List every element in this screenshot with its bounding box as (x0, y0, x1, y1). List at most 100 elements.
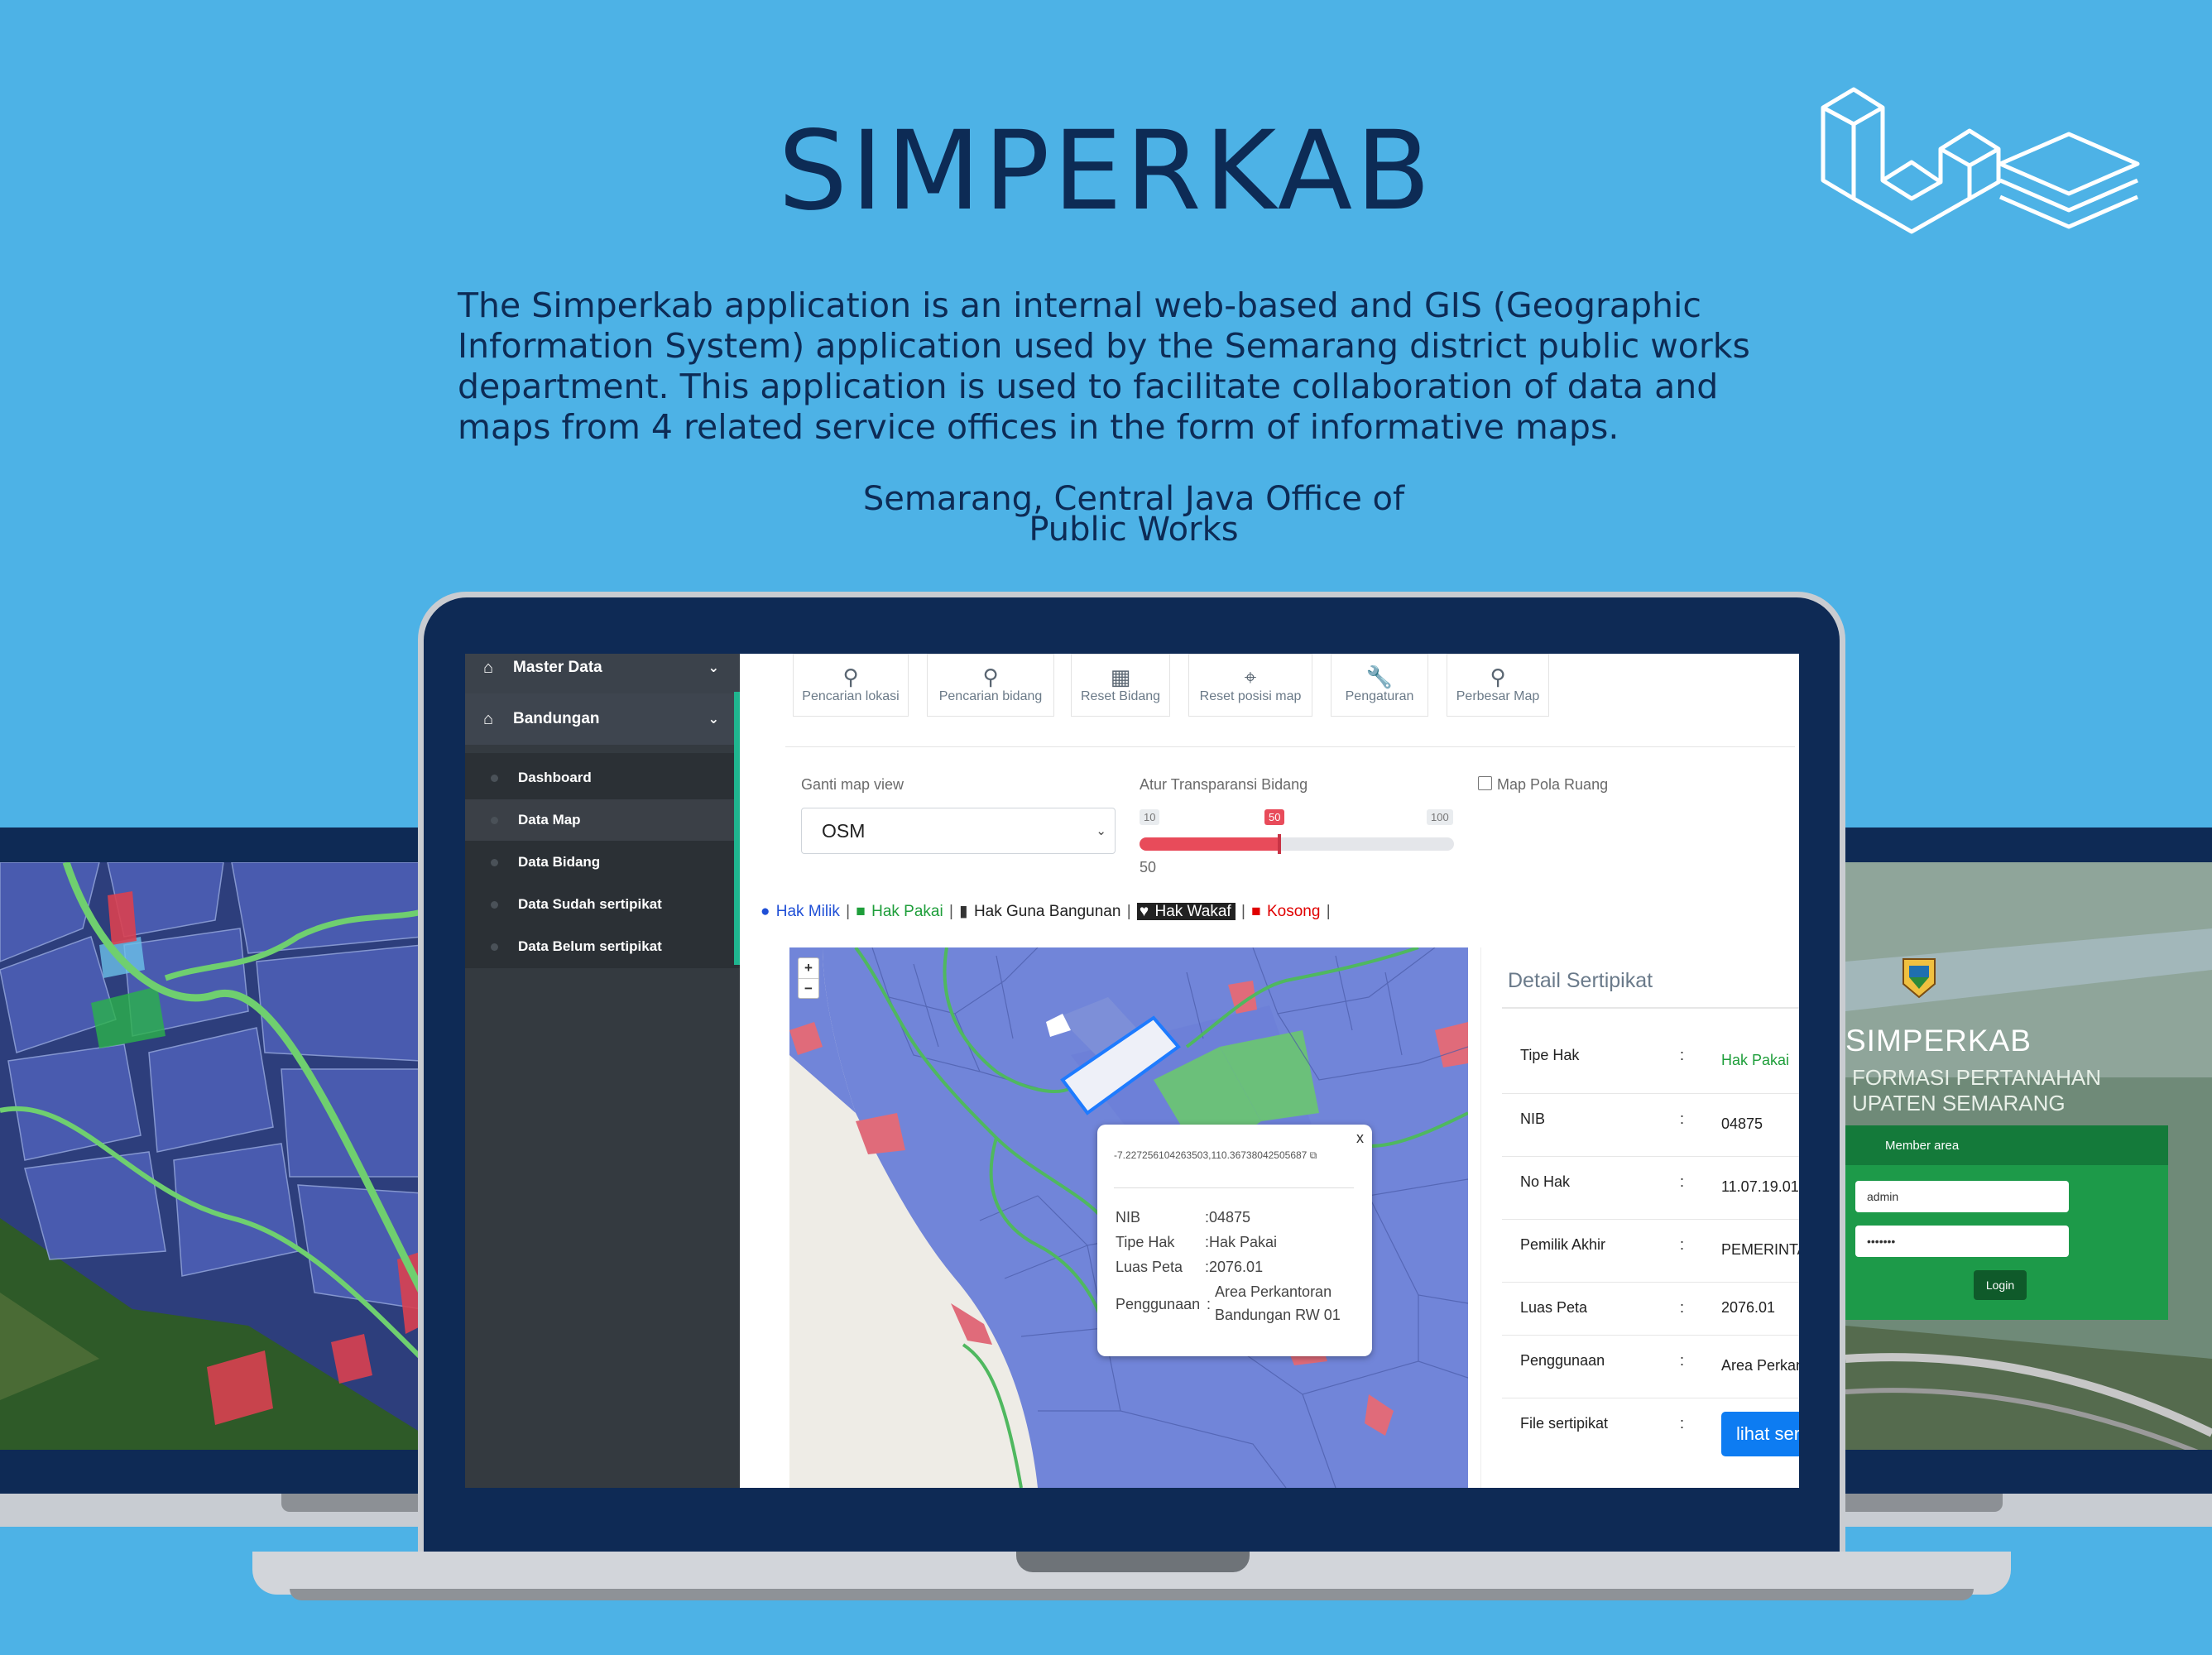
login-button[interactable]: Login (1974, 1270, 2027, 1300)
sidebar-item-master-data[interactable]: ⌂ Master Data ⌄ (465, 654, 740, 693)
copy-icon[interactable]: ⧉ (1310, 1149, 1317, 1161)
detail-value: 04875 (1721, 1115, 1763, 1132)
map-view-select[interactable]: OSM ⌄ (801, 808, 1116, 854)
sidebar-item-data-map[interactable]: Data Map (465, 799, 740, 841)
bullet-icon (491, 858, 498, 866)
legend-separator: | (846, 903, 851, 920)
pencarian-lokasi-button[interactable]: ⚲ Pencarian lokasi (793, 654, 909, 717)
sidebar-item-bandungan[interactable]: ⌂ Bandungan ⌄ (465, 693, 740, 745)
detail-row-luas-peta: Luas Peta: 2076.01 (1502, 1282, 1799, 1335)
tool-label: Pengaturan (1345, 689, 1414, 703)
map-view-value: OSM (822, 820, 866, 842)
bullet-icon (491, 774, 498, 782)
chevron-down-icon: ⌄ (708, 661, 719, 675)
popup-sep: : (1207, 1296, 1212, 1312)
detail-divider (1502, 1007, 1799, 1009)
sidebar-item-dashboard[interactable]: Dashboard (465, 757, 740, 799)
zoom-out-button[interactable]: − (799, 979, 818, 999)
detail-key: Pemilik Akhir (1520, 1236, 1606, 1253)
transparency-slider-fill (1140, 837, 1279, 851)
tool-label: Perbesar Map (1456, 689, 1540, 703)
perbesar-map-button[interactable]: ⚲ Perbesar Map (1447, 654, 1549, 717)
sidebar-item-data-sudah-sertipikat[interactable]: Data Sudah sertipikat (465, 884, 740, 925)
detail-key: Tipe Hak (1520, 1047, 1580, 1063)
briefcase-icon: ■ (856, 903, 866, 920)
main-laptop-notch (1016, 1552, 1250, 1572)
sidebar-item-label: Data Map (518, 812, 581, 828)
detail-colon: : (1680, 1415, 1685, 1432)
lihat-sertipikat-button[interactable]: lihat ser (1721, 1412, 1799, 1456)
reset-bidang-button[interactable]: ▦ Reset Bidang (1071, 654, 1170, 717)
wrench-icon: 🔧 (1365, 664, 1394, 689)
detail-value: 2076.01 (1721, 1299, 1776, 1316)
pengaturan-button[interactable]: 🔧 Pengaturan (1331, 654, 1428, 717)
detail-sertipikat-panel: Detail Sertipikat Tipe Hak: Hak Pakai NIB… (1480, 947, 1799, 1488)
bullet-icon (491, 943, 498, 951)
legend-hak-pakai: Hak Pakai (871, 903, 943, 920)
chevron-down-icon: ⌄ (1096, 824, 1106, 838)
sidebar-item-data-bidang[interactable]: Data Bidang (465, 842, 740, 883)
detail-key: Luas Peta (1520, 1299, 1588, 1316)
map-pola-ruang-checkbox[interactable] (1478, 776, 1492, 790)
bullet-icon (491, 900, 498, 909)
detail-value: Area Perkan (1721, 1357, 1799, 1374)
user-icon: ● (761, 903, 770, 920)
laravel-layers-logo-icon (1821, 87, 2140, 234)
pencarian-bidang-button[interactable]: ⚲ Pencarian bidang (927, 654, 1054, 717)
legend-hak-wakaf: Hak Wakaf (1154, 903, 1231, 920)
left-satellite-map (0, 862, 422, 1450)
popup-key: Tipe Hak (1116, 1234, 1175, 1250)
slider-max-label: 100 (1427, 809, 1453, 825)
detail-colon: : (1680, 1173, 1685, 1190)
detail-row-penggunaan: Penggunaan: Area Perkan (1502, 1335, 1799, 1398)
detail-key: No Hak (1520, 1173, 1571, 1190)
username-input[interactable]: admin (1855, 1181, 2069, 1212)
popup-row-nib: NIB:04875 (1116, 1209, 1250, 1226)
sidebar-item-data-belum-sertipikat[interactable]: Data Belum sertipikat (465, 926, 740, 967)
parcel-map[interactable]: + − x -7.227256104263503,110.36738042505… (789, 947, 1468, 1488)
tool-label: Reset Bidang (1080, 689, 1161, 703)
tool-label: Pencarian bidang (938, 689, 1043, 703)
toolbar-divider (785, 746, 1795, 747)
detail-colon: : (1680, 1299, 1685, 1316)
left-laptop-notch (281, 1494, 430, 1512)
legend-hak-milik: Hak Milik (775, 903, 840, 920)
tool-label: Reset posisi map (1199, 689, 1302, 703)
popup-key: Luas Peta (1116, 1259, 1183, 1275)
building-icon: ▮ (959, 903, 968, 920)
popup-value: 04875 (1209, 1209, 1251, 1226)
detail-row-file-sertipikat: File sertipikat: lihat ser (1502, 1398, 1799, 1461)
legend-hak-wakaf-badge: ♥ Hak Wakaf (1136, 903, 1236, 920)
zoom-in-button[interactable]: + (799, 958, 818, 979)
popup-value: Hak Pakai (1209, 1234, 1278, 1250)
map-pin-icon: ⚲ (842, 664, 859, 689)
detail-row-nib: NIB: 04875 (1502, 1093, 1799, 1156)
detail-row-tipe-hak: Tipe Hak: Hak Pakai (1502, 1030, 1799, 1093)
sidebar-item-label: Data Bidang (518, 854, 601, 870)
popup-row-tipe: Tipe Hak:Hak Pakai (1116, 1234, 1277, 1251)
popup-key: Penggunaan (1116, 1296, 1201, 1312)
transparency-label: Atur Transparansi Bidang (1140, 776, 1308, 793)
location-text: Semarang, Central Java Office of Public … (828, 482, 1440, 549)
sidebar: ⌂ Master Data ⌄ ⌂ Bandungan ⌄ Dashboard … (465, 654, 740, 1488)
location-line-2: Public Works (1029, 511, 1239, 549)
kabupaten-emblem-icon (1903, 958, 1936, 999)
legend-separator: | (1326, 903, 1331, 920)
bullet-icon (491, 816, 498, 824)
login-app-title: SIMPERKAB (1845, 1024, 2032, 1058)
password-input[interactable]: ••••••• (1855, 1226, 2069, 1257)
parcel-popup: x -7.227256104263503,110.36738042505687 … (1097, 1125, 1372, 1356)
slider-min-label: 10 (1140, 809, 1160, 825)
legend: ● Hak Milik | ■ Hak Pakai | ▮ Hak Guna B… (761, 902, 1332, 921)
detail-value: 11.07.19.01 (1721, 1178, 1799, 1195)
popup-close-button[interactable]: x (1356, 1130, 1364, 1147)
detail-key: Penggunaan (1520, 1352, 1605, 1369)
description: The Simperkab application is an internal… (458, 285, 1750, 447)
transparency-slider-handle[interactable] (1278, 834, 1281, 854)
main-laptop-base-shadow (290, 1589, 1974, 1600)
map-pola-ruang-label: Map Pola Ruang (1497, 776, 1609, 793)
reset-posisi-map-button[interactable]: ⌖ Reset posisi map (1188, 654, 1312, 717)
home-icon: ⌂ (483, 658, 494, 677)
detail-colon: : (1680, 1352, 1685, 1369)
legend-separator: | (1240, 903, 1245, 920)
